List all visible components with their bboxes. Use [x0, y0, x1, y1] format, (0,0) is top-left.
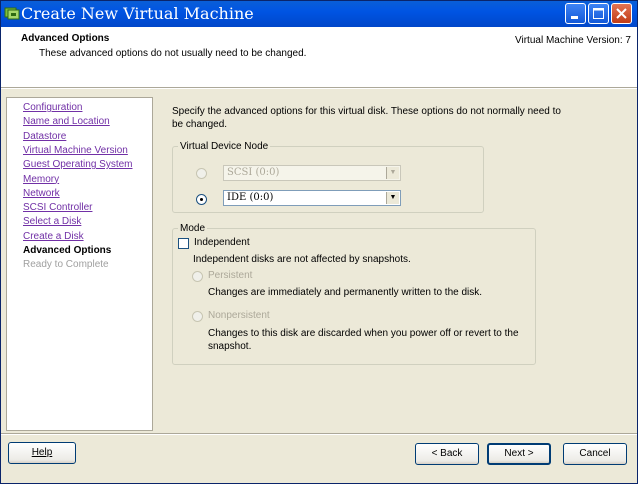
- independent-description: Independent disks are not affected by sn…: [193, 254, 411, 265]
- nav-step-item[interactable]: Virtual Machine Version: [23, 145, 128, 156]
- help-button[interactable]: Help: [8, 442, 76, 464]
- virtual-device-node-legend: Virtual Device Node: [180, 141, 269, 152]
- dropdown-arrow-icon: ▼: [386, 167, 399, 179]
- page-title: Advanced Options: [21, 33, 110, 44]
- nav-step-item[interactable]: Name and Location: [23, 116, 110, 127]
- back-button-label: < Back: [431, 448, 463, 459]
- close-icon: [616, 8, 627, 19]
- nonpersistent-radio[interactable]: [192, 311, 203, 322]
- virtual-device-node-group: Virtual Device Node SCSI (0:0) ▼ IDE (0:…: [172, 141, 484, 213]
- persistent-description: Changes are immediately and permanently …: [208, 287, 483, 298]
- nav-step-item[interactable]: SCSI Controller: [23, 202, 92, 213]
- close-button[interactable]: [611, 3, 632, 24]
- help-button-label: Help: [31, 447, 53, 458]
- cancel-button[interactable]: Cancel: [563, 443, 627, 465]
- wizard-window: Create New Virtual Machine Advanced Opti…: [0, 0, 638, 484]
- scsi-node-select[interactable]: SCSI (0:0) ▼: [223, 165, 401, 181]
- wizard-content: Specify the advanced options for this vi…: [157, 97, 631, 431]
- nonpersistent-label[interactable]: Nonpersistent: [208, 310, 270, 321]
- nav-step-item[interactable]: Create a Disk: [23, 231, 84, 242]
- maximize-button[interactable]: [588, 3, 609, 24]
- persistent-radio[interactable]: [192, 271, 203, 282]
- instruction-text: Specify the advanced options for this vi…: [172, 106, 561, 130]
- title-bar[interactable]: Create New Virtual Machine: [1, 1, 637, 27]
- nav-step-item[interactable]: Guest Operating System: [23, 159, 133, 170]
- independent-label[interactable]: Independent: [194, 237, 250, 248]
- scsi-radio[interactable]: [196, 168, 207, 179]
- window-title: Create New Virtual Machine: [21, 4, 254, 23]
- persistent-label[interactable]: Persistent: [208, 270, 252, 281]
- vm-wizard-icon: [4, 7, 20, 20]
- page-subtitle: These advanced options do not usually ne…: [39, 48, 307, 59]
- mode-legend: Mode: [180, 223, 206, 234]
- nav-step-item[interactable]: Network: [23, 188, 60, 199]
- ide-radio[interactable]: [196, 194, 207, 205]
- nav-step-item[interactable]: Memory: [23, 174, 59, 185]
- next-button[interactable]: Next >: [487, 443, 551, 465]
- nav-step-item[interactable]: Datastore: [23, 131, 66, 142]
- header-divider: [1, 87, 637, 89]
- back-button[interactable]: < Back: [415, 443, 479, 465]
- ide-node-value: IDE (0:0): [227, 192, 274, 203]
- wizard-header: Advanced Options These advanced options …: [1, 27, 637, 87]
- maximize-icon: [593, 8, 604, 19]
- next-button-label: Next >: [504, 448, 534, 459]
- dropdown-arrow-icon: ▼: [386, 192, 399, 204]
- ide-node-select[interactable]: IDE (0:0) ▼: [223, 190, 401, 206]
- wizard-step-list: Configuration Name and Location Datastore V…: [6, 97, 153, 431]
- wizard-footer: Help < Back Next > Cancel: [1, 435, 637, 483]
- cancel-button-label: Cancel: [579, 448, 611, 459]
- nonpersistent-description: Changes to this disk are discarded when …: [208, 328, 519, 352]
- minimize-icon: [571, 16, 578, 19]
- scsi-node-value: SCSI (0:0): [227, 167, 280, 178]
- independent-checkbox[interactable]: [178, 238, 189, 249]
- minimize-button[interactable]: [565, 3, 586, 24]
- nav-step-item: Ready to Complete: [23, 259, 109, 271]
- nav-step-item: Advanced Options: [23, 245, 112, 256]
- nav-step-item[interactable]: Select a Disk: [23, 216, 81, 227]
- nav-step-item[interactable]: Configuration: [23, 102, 82, 113]
- vm-version-label: Virtual Machine Version: 7: [515, 35, 631, 46]
- mode-group: Mode Independent Independent disks are n…: [172, 223, 536, 365]
